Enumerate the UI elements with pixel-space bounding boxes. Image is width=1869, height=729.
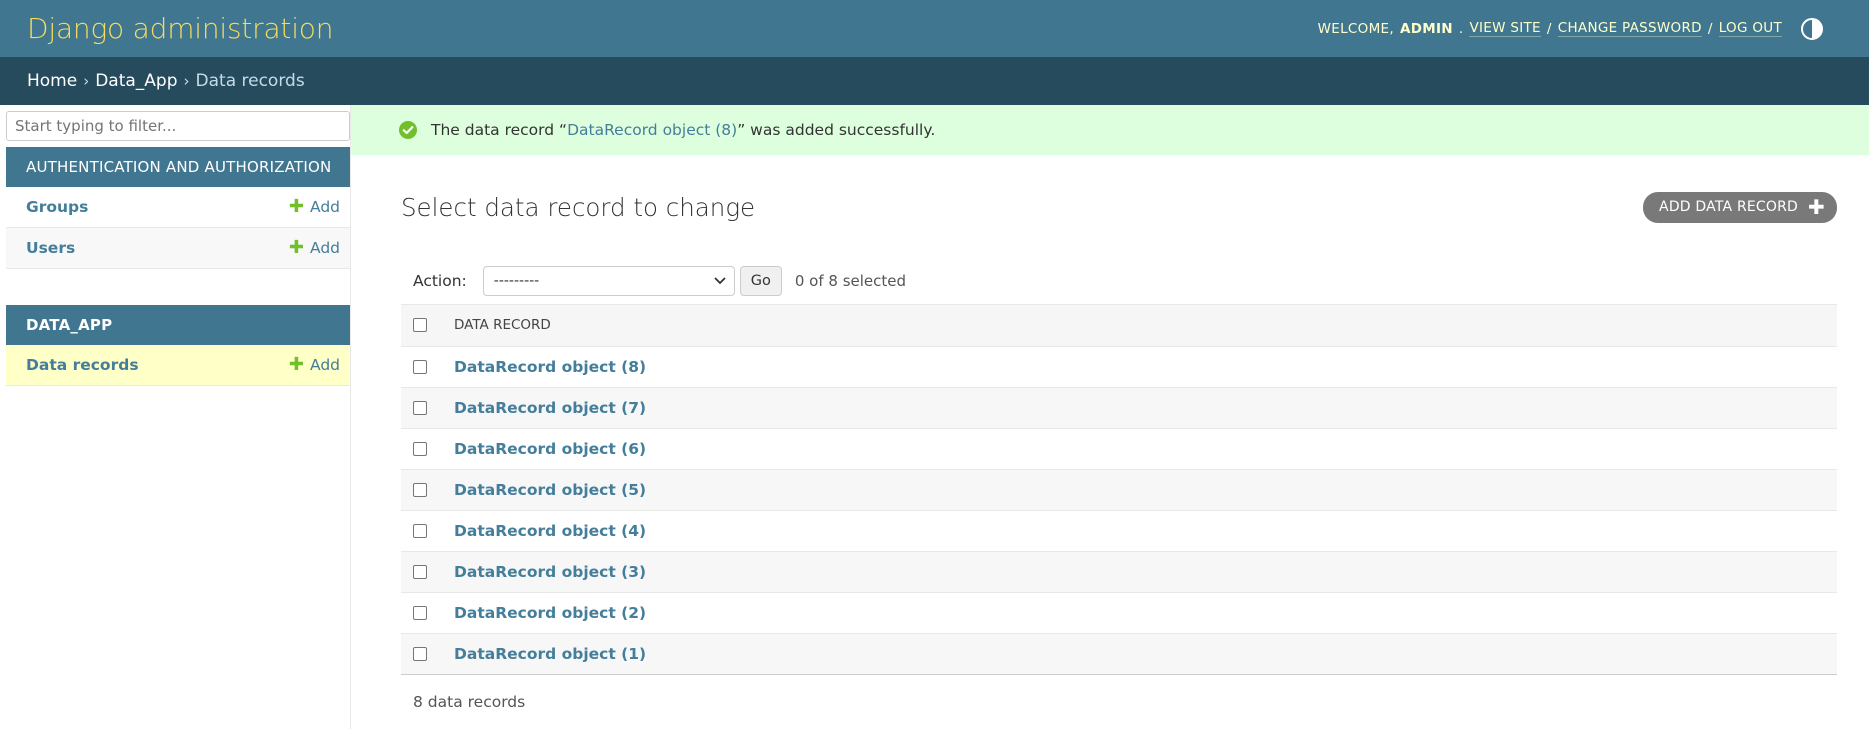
success-message: The data record “DataRecord object (8)” …	[351, 105, 1869, 155]
add-data-record-button[interactable]: ADD DATA RECORD ✚	[1643, 191, 1837, 223]
row-checkbox[interactable]	[413, 524, 427, 538]
sidebar-item-label[interactable]: Data records	[26, 356, 139, 374]
table-header-row: DATA RECORD	[401, 305, 1837, 347]
plus-icon: ✚	[288, 196, 304, 217]
header: Django administration WELCOME, ADMIN. VI…	[0, 0, 1869, 57]
username: ADMIN	[1399, 20, 1453, 37]
breadcrumb-separator: ›	[83, 72, 90, 90]
breadcrumb-app[interactable]: Data_App	[95, 71, 177, 91]
sidebar-item-label[interactable]: Users	[26, 239, 75, 257]
table-row: DataRecord object (3)	[401, 551, 1837, 593]
results-table: DATA RECORD DataRecord object (8) DataRe…	[401, 305, 1837, 675]
sidebar-item-data-records: Data records ✚ Add	[6, 345, 350, 386]
user-tools: WELCOME, ADMIN. VIEW SITE / CHANGE PASSW…	[1318, 17, 1824, 41]
module-auth: AUTHENTICATION AND AUTHORIZATION Groups …	[6, 147, 350, 269]
row-checkbox[interactable]	[413, 360, 427, 374]
row-checkbox[interactable]	[413, 401, 427, 415]
chevron-down-icon	[714, 273, 726, 289]
sidebar-item-users: Users ✚ Add	[6, 228, 350, 269]
breadcrumb-current: Data records	[195, 71, 305, 91]
separator: /	[1707, 20, 1713, 37]
change-password-link[interactable]: CHANGE PASSWORD	[1557, 20, 1702, 37]
row-link[interactable]: DataRecord object (3)	[454, 563, 646, 581]
row-checkbox[interactable]	[413, 606, 427, 620]
row-link[interactable]: DataRecord object (5)	[454, 481, 646, 499]
selected-count: 0 of 8 selected	[794, 271, 907, 290]
add-label: Add	[309, 239, 340, 257]
action-label: Action:	[413, 271, 467, 290]
main-container: AUTHENTICATION AND AUTHORIZATION Groups …	[0, 105, 1869, 729]
nav-filter-input[interactable]	[6, 111, 350, 141]
row-checkbox[interactable]	[413, 442, 427, 456]
table-row: DataRecord object (8)	[401, 346, 1837, 388]
table-row: DataRecord object (2)	[401, 592, 1837, 634]
action-select-value: ---------	[493, 272, 540, 289]
add-button-label: ADD DATA RECORD	[1659, 199, 1799, 215]
title-row: Select data record to change ADD DATA RE…	[401, 183, 1837, 231]
breadcrumb-separator: ›	[183, 72, 190, 90]
view-site-link[interactable]: VIEW SITE	[1469, 20, 1541, 37]
row-link[interactable]: DataRecord object (6)	[454, 440, 646, 458]
content: The data record “DataRecord object (8)” …	[351, 105, 1869, 729]
add-data-record-link[interactable]: ✚ Add	[288, 354, 340, 375]
page-title: Select data record to change	[401, 192, 756, 222]
separator: /	[1546, 20, 1552, 37]
select-all-checkbox[interactable]	[413, 318, 427, 333]
table-row: DataRecord object (5)	[401, 469, 1837, 511]
module-caption[interactable]: DATA_APP	[6, 305, 350, 345]
breadcrumb-home[interactable]: Home	[27, 71, 77, 91]
actions-bar: Action: --------- Go 0 of 8 selected	[401, 257, 1837, 305]
sidebar-item-groups: Groups ✚ Add	[6, 187, 350, 228]
module-caption[interactable]: AUTHENTICATION AND AUTHORIZATION	[6, 147, 350, 187]
row-link[interactable]: DataRecord object (2)	[454, 604, 646, 622]
paginator: 8 data records	[413, 692, 526, 711]
column-header-data-record[interactable]: DATA RECORD	[453, 305, 1837, 347]
add-group-link[interactable]: ✚ Add	[288, 196, 340, 217]
sidebar-item-label[interactable]: Groups	[26, 198, 88, 216]
plus-icon: ✚	[288, 354, 304, 375]
row-link[interactable]: DataRecord object (8)	[454, 358, 646, 376]
row-checkbox[interactable]	[413, 483, 427, 497]
row-link[interactable]: DataRecord object (4)	[454, 522, 646, 540]
row-checkbox[interactable]	[413, 647, 427, 661]
message-link[interactable]: DataRecord object (8)	[567, 121, 737, 139]
message-prefix: The data record “	[431, 121, 568, 139]
module-data-app: DATA_APP Data records ✚ Add	[6, 305, 350, 386]
welcome-text: WELCOME,	[1317, 20, 1394, 37]
log-out-link[interactable]: LOG OUT	[1718, 20, 1782, 37]
theme-toggle-icon[interactable]	[1800, 17, 1824, 41]
plus-icon: ✚	[288, 237, 304, 258]
add-user-link[interactable]: ✚ Add	[288, 237, 340, 258]
check-circle-icon	[399, 121, 417, 139]
row-link[interactable]: DataRecord object (7)	[454, 399, 646, 417]
breadcrumb: Home › Data_App › Data records	[0, 57, 1869, 105]
site-branding[interactable]: Django administration	[27, 12, 333, 45]
add-label: Add	[309, 356, 340, 374]
add-label: Add	[309, 198, 340, 216]
row-checkbox[interactable]	[413, 565, 427, 579]
row-link[interactable]: DataRecord object (1)	[454, 645, 646, 663]
table-row: DataRecord object (4)	[401, 510, 1837, 552]
message-suffix: ” was added successfully.	[737, 121, 936, 139]
action-select[interactable]: ---------	[482, 265, 735, 296]
nav-sidebar: AUTHENTICATION AND AUTHORIZATION Groups …	[0, 105, 351, 729]
table-row: DataRecord object (7)	[401, 387, 1837, 429]
plus-icon: ✚	[1808, 195, 1825, 219]
go-button[interactable]: Go	[739, 265, 782, 296]
table-row: DataRecord object (6)	[401, 428, 1837, 470]
select-all-cell	[401, 305, 453, 347]
table-row: DataRecord object (1)	[401, 633, 1837, 675]
changelist: Select data record to change ADD DATA RE…	[351, 183, 1869, 711]
